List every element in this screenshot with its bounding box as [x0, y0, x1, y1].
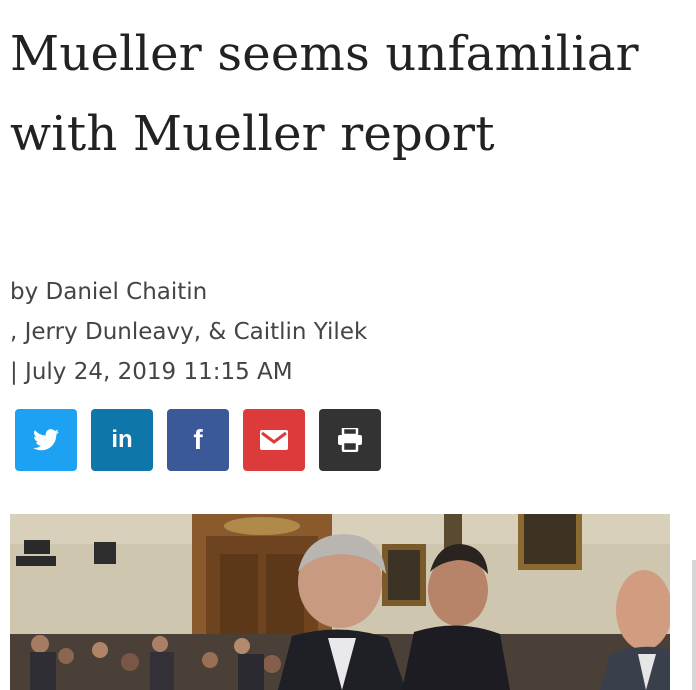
byline-authors: by Daniel Chaitin [10, 279, 208, 305]
share-buttons: in f [15, 409, 381, 471]
twitter-icon [33, 429, 59, 451]
linkedin-share-button[interactable]: in [91, 409, 153, 471]
twitter-share-button[interactable] [15, 409, 77, 471]
byline-coauthors: , Jerry Dunleavy, & Caitlin Yilek [10, 319, 368, 345]
facebook-share-button[interactable]: f [167, 409, 229, 471]
scrollbar[interactable] [692, 560, 696, 690]
envelope-icon [260, 430, 288, 450]
print-share-button[interactable] [319, 409, 381, 471]
facebook-icon: f [193, 424, 203, 455]
email-share-button[interactable] [243, 409, 305, 471]
article-photo[interactable] [10, 514, 670, 690]
printer-icon [338, 428, 362, 452]
linkedin-icon: in [111, 426, 133, 453]
article-headline: Mueller seems unfamiliar with Mueller re… [10, 26, 639, 162]
article-byline: by Daniel Chaitin , Jerry Dunleavy, & Ca… [10, 272, 650, 392]
byline-date: | July 24, 2019 11:15 AM [10, 359, 293, 385]
hearing-photo [10, 514, 670, 690]
